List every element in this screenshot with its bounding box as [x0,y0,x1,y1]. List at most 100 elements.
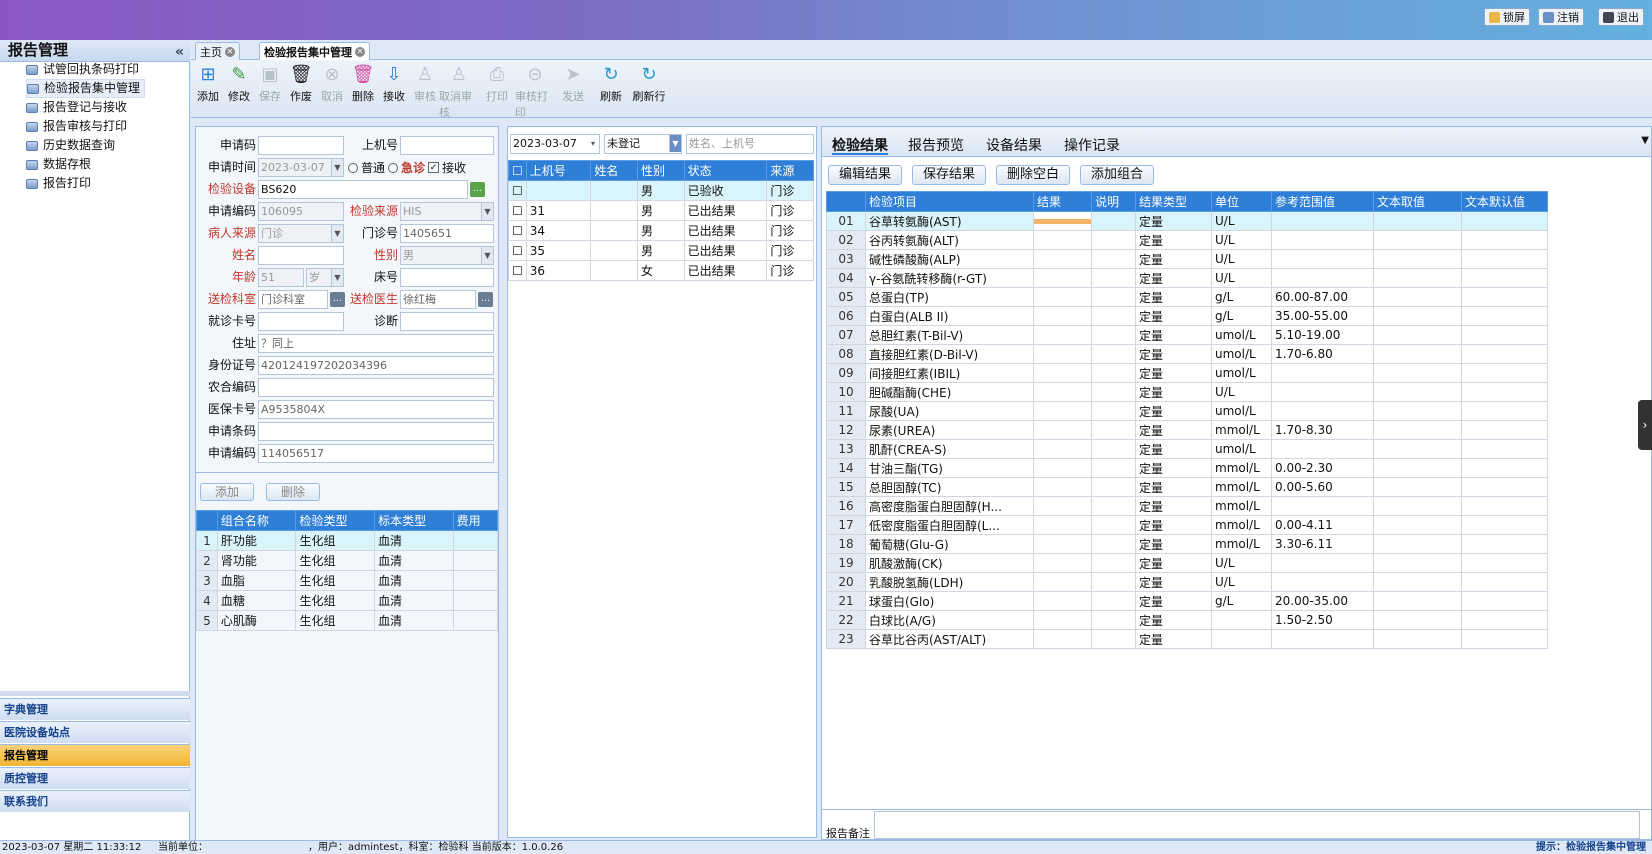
add-group-button[interactable]: 添加组合 [1080,165,1155,185]
machine-no-input[interactable] [400,136,494,155]
result-note-cell[interactable] [1091,458,1136,478]
remark-textarea[interactable] [874,811,1640,839]
result-row[interactable]: 10 胆碱酯酶(CHE) 定量 U/L [826,382,1548,402]
receive-checkbox[interactable]: ✓ [428,162,440,173]
list-col-header[interactable]: 上机号 [525,160,592,181]
group-add-button[interactable]: 添加 [200,483,255,501]
group-row[interactable]: 2 肾功能 生化组 血清 [196,550,499,571]
result-row[interactable]: 04 γ-谷氨酰转移酶(r-GT) 定量 U/L [826,268,1548,288]
list-row[interactable]: ☐ 31 男已出结果 门诊 [508,200,814,221]
age-input[interactable]: 51 [258,268,304,287]
result-row[interactable]: 09 间接胆红素(IBIL) 定量 umol/L [826,363,1548,383]
rural-input[interactable] [258,378,494,397]
result-value-cell[interactable] [1033,458,1092,478]
splitter[interactable] [0,691,190,696]
result-row[interactable]: 02 谷丙转氨酶(ALT) 定量 U/L [826,230,1548,250]
result-col-header[interactable]: 结果 [1033,191,1092,212]
result-note-cell[interactable] [1091,591,1136,611]
group-row[interactable]: 4 血糖 生化组 血清 [196,590,499,611]
sex-select[interactable]: 男 ▼ [400,246,494,265]
result-value-cell[interactable] [1033,420,1092,440]
toolbar-audit-print-button[interactable]: ⊝ 审核打印 [515,62,555,119]
toolbar-unaudit-button[interactable]: ♙ 取消审核 [439,62,479,119]
result-row[interactable]: 14 甘油三酯(TG) 定量 mmol/L 0.00-2.30 [826,458,1548,478]
tab-menu-icon[interactable]: ▼ [1641,135,1649,146]
result-col-header[interactable]: 参考范围值 [1271,191,1374,212]
result-value-cell[interactable] [1033,610,1092,630]
name-input[interactable] [258,246,344,265]
select-all-checkbox[interactable]: ☐ [508,160,527,181]
toolbar-receive-button[interactable]: ⇩ 接收 [377,62,411,106]
result-row[interactable]: 12 尿素(UREA) 定量 mmol/L 1.70-8.30 [826,420,1548,440]
save-result-button[interactable]: 保存结果 [912,165,987,185]
group-row[interactable]: 1 肝功能 生化组 血清 [196,530,499,551]
group-col-header[interactable]: 标本类型 [374,510,454,531]
doctor-picker-icon[interactable]: … [478,292,493,307]
toolbar-cancel-button[interactable]: ⊗ 取消 [315,62,349,106]
result-row[interactable]: 03 碱性磷酸酶(ALP) 定量 U/L [826,249,1548,269]
result-value-cell[interactable] [1033,325,1092,345]
urgent-radio[interactable] [388,162,399,173]
source-select[interactable]: HIS ▼ [400,202,494,221]
tab-home[interactable]: 主页 ✕ [195,42,240,60]
group-row[interactable]: 3 血脂 生化组 血清 [196,570,499,591]
result-row[interactable]: 13 肌酐(CREA-S) 定量 umol/L [826,439,1548,459]
result-row[interactable]: 15 总胆固醇(TC) 定量 mmol/L 0.00-5.60 [826,477,1548,497]
result-value-cell[interactable] [1033,363,1092,383]
accordion-report[interactable]: 报告管理 [0,744,190,766]
result-row[interactable]: 17 低密度脂蛋白胆固醇(L... 定量 mmol/L 0.00-4.11 [826,515,1548,535]
sidebar-item-history[interactable]: 历史数据查询 [26,136,115,155]
row-checkbox[interactable]: ☐ [508,240,527,261]
result-note-cell[interactable] [1091,572,1136,592]
result-col-header[interactable]: 检验项目 [865,191,1034,212]
toolbar-audit-button[interactable]: ♙ 审核 [408,62,442,106]
result-value-cell[interactable] [1033,230,1092,250]
result-note-cell[interactable] [1091,477,1136,497]
result-value-cell[interactable] [1033,287,1092,307]
result-row[interactable]: 22 白球比(A/G) 定量 1.50-2.50 [826,610,1548,630]
result-col-header[interactable]: 文本默认值 [1461,191,1548,212]
result-note-cell[interactable] [1091,515,1136,535]
result-note-cell[interactable] [1091,363,1136,383]
close-icon[interactable]: ✕ [225,46,235,57]
list-row[interactable]: ☐ 34 男已出结果 门诊 [508,220,814,241]
result-value-cell[interactable] [1033,401,1092,421]
row-checkbox[interactable]: ☐ [508,220,527,241]
apply-code2-input[interactable]: 114056517 [258,444,494,463]
list-col-header[interactable]: 姓名 [590,160,639,181]
list-col-header[interactable]: 状态 [683,160,768,181]
status-filter-select[interactable]: 未登记 ▼ [604,134,682,154]
toolbar-delete-button[interactable]: 🗑 删除 [346,62,380,106]
result-note-cell[interactable] [1091,306,1136,326]
apply-time-field[interactable]: 2023-03-07 ▼ [258,158,344,177]
result-col-header[interactable]: 文本取值 [1373,191,1462,212]
toolbar-save-button[interactable]: ▣ 保存 [253,62,287,106]
result-note-cell[interactable] [1091,325,1136,345]
apply-no-input[interactable]: 106095 [258,202,344,221]
result-note-cell[interactable] [1091,344,1136,364]
result-row[interactable]: 21 球蛋白(Glo) 定量 g/L 20.00-35.00 [826,591,1548,611]
group-col-header[interactable]: 组合名称 [216,510,297,531]
result-row[interactable]: 06 白蛋白(ALB II) 定量 g/L 35.00-55.00 [826,306,1548,326]
result-col-header[interactable]: 单位 [1211,191,1272,212]
result-note-cell[interactable] [1091,382,1136,402]
bed-input[interactable] [400,268,494,287]
doctor-input[interactable]: 徐红梅 [400,290,476,309]
barcode-input[interactable] [258,422,494,441]
accordion-contact[interactable]: 联系我们 [0,790,190,812]
result-note-cell[interactable] [1091,249,1136,269]
result-note-cell[interactable] [1091,553,1136,573]
diagnosis-input[interactable] [400,312,494,331]
result-value-cell[interactable] [1033,553,1092,573]
list-row[interactable]: ☐ 36 女已出结果 门诊 [508,260,814,281]
result-row[interactable]: 19 肌酸激酶(CK) 定量 U/L [826,553,1548,573]
device-input[interactable]: BS620 [258,180,468,199]
result-row[interactable]: 20 乳酸脱氢酶(LDH) 定量 U/L [826,572,1548,592]
card-input[interactable] [258,312,344,331]
result-row[interactable]: 05 总蛋白(TP) 定量 g/L 60.00-87.00 [826,287,1548,307]
list-row[interactable]: ☐ 35 男已出结果 门诊 [508,240,814,261]
list-date-select[interactable]: 2023-03-07 ▾ [510,134,600,154]
result-value-cell[interactable] [1033,572,1092,592]
group-row[interactable]: 5 心肌酶 生化组 血清 [196,610,499,631]
accordion-dictionary[interactable]: 字典管理 [0,698,190,720]
